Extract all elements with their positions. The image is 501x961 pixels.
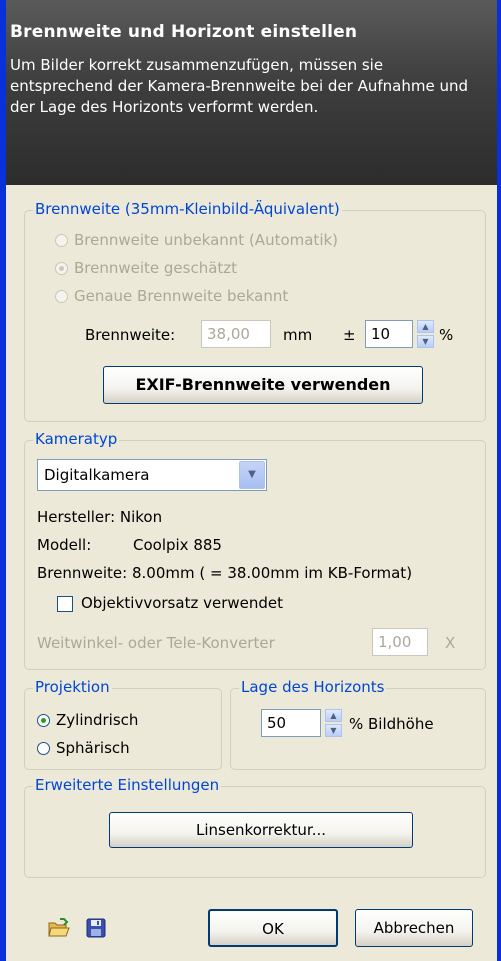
radio-button[interactable] xyxy=(55,233,68,247)
radio-focal-estimated[interactable]: Brennweite geschätzt xyxy=(55,259,237,277)
dialog-description: Um Bilder korrekt zusammenzufügen, müsse… xyxy=(10,56,469,116)
ok-button[interactable]: OK xyxy=(208,909,338,947)
focal-info-text: Brennweite: 8.00mm ( = 38.00mm im KB-For… xyxy=(37,564,413,582)
exif-focal-button[interactable]: EXIF-Brennweite verwenden xyxy=(103,366,423,404)
radio-focal-exact[interactable]: Genaue Brennweite bekannt xyxy=(55,287,288,305)
focal-length-legend: Brennweite (35mm-Kleinbild-Äquivalent) xyxy=(33,200,342,218)
focal-unit-label: mm xyxy=(283,326,313,344)
dialog-title: Brennweite und Horizont einstellen xyxy=(10,22,358,42)
advanced-settings-group: Erweiterte Einstellungen Linsenkorrektur… xyxy=(24,776,486,878)
tolerance-input[interactable]: 10 xyxy=(365,320,413,348)
radio-label: Brennweite geschätzt xyxy=(74,259,238,277)
radio-button[interactable] xyxy=(55,289,68,303)
spinner-up-icon[interactable]: ▲ xyxy=(325,709,342,722)
camera-type-group: Kameratyp Digitalkamera ▼ Hersteller: Ni… xyxy=(24,430,486,670)
converter-input[interactable]: 1,00 xyxy=(372,628,428,656)
focal-length-label: Brennweite: xyxy=(85,326,176,344)
radio-button[interactable] xyxy=(37,741,50,755)
lens-attachment-label: Objektivvorsatz verwendet xyxy=(81,594,283,612)
radio-label: Sphärisch xyxy=(56,739,130,757)
converter-unit: X xyxy=(445,634,456,652)
lens-correction-button[interactable]: Linsenkorrektur... xyxy=(109,812,413,848)
projection-group: Projektion Zylindrisch Sphärisch xyxy=(24,678,222,770)
horizon-input[interactable]: 50 xyxy=(261,709,321,737)
radio-button[interactable] xyxy=(37,713,50,727)
radio-label: Genaue Brennweite bekannt xyxy=(74,287,289,305)
radio-label: Brennweite unbekannt (Automatik) xyxy=(74,231,339,249)
focal-length-group: Brennweite (35mm-Kleinbild-Äquivalent) B… xyxy=(24,200,486,422)
spinner-down-icon[interactable]: ▼ xyxy=(325,724,342,737)
header-banner: Brennweite und Horizont einstellen Um Bi… xyxy=(6,0,497,185)
manufacturer-text: Hersteller: Nikon xyxy=(37,508,163,526)
lens-attachment-checkbox[interactable] xyxy=(57,596,73,612)
radio-label: Zylindrisch xyxy=(56,711,139,729)
horizon-legend: Lage des Horizonts xyxy=(239,678,387,696)
spinner-up-icon[interactable]: ▲ xyxy=(417,320,434,333)
camera-type-value: Digitalkamera xyxy=(44,466,150,484)
cancel-button[interactable]: Abbrechen xyxy=(355,909,473,947)
projection-legend: Projektion xyxy=(33,678,112,696)
tolerance-spinner[interactable]: ▲ ▼ xyxy=(417,320,434,348)
open-folder-icon[interactable] xyxy=(48,918,70,938)
window-frame-right xyxy=(497,0,501,961)
converter-label: Weitwinkel- oder Tele-Konverter xyxy=(37,634,275,652)
focal-length-input[interactable]: 38,00 xyxy=(201,320,271,348)
radio-cylindrical[interactable]: Zylindrisch xyxy=(37,711,138,729)
model-label: Modell: xyxy=(37,536,92,554)
dialog-panel: Brennweite und Horizont einstellen Um Bi… xyxy=(6,0,497,961)
plusminus-label: ± xyxy=(343,326,356,344)
horizon-group: Lage des Horizonts 50 ▲ ▼ % Bildhöhe xyxy=(230,678,486,770)
spinner-down-icon[interactable]: ▼ xyxy=(417,335,434,348)
radio-button[interactable] xyxy=(55,261,68,275)
chevron-down-icon[interactable]: ▼ xyxy=(239,461,265,489)
camera-type-select[interactable]: Digitalkamera ▼ xyxy=(37,459,267,491)
camera-type-legend: Kameratyp xyxy=(33,430,120,448)
radio-spherical[interactable]: Sphärisch xyxy=(37,739,130,757)
radio-focal-unknown[interactable]: Brennweite unbekannt (Automatik) xyxy=(55,231,338,249)
advanced-legend: Erweiterte Einstellungen xyxy=(33,776,222,794)
percent-label: % xyxy=(439,326,454,344)
horizon-unit: % Bildhöhe xyxy=(349,715,434,733)
horizon-spinner[interactable]: ▲ ▼ xyxy=(325,709,342,737)
save-disk-icon[interactable] xyxy=(86,918,106,938)
model-value: Coolpix 885 xyxy=(133,536,222,554)
